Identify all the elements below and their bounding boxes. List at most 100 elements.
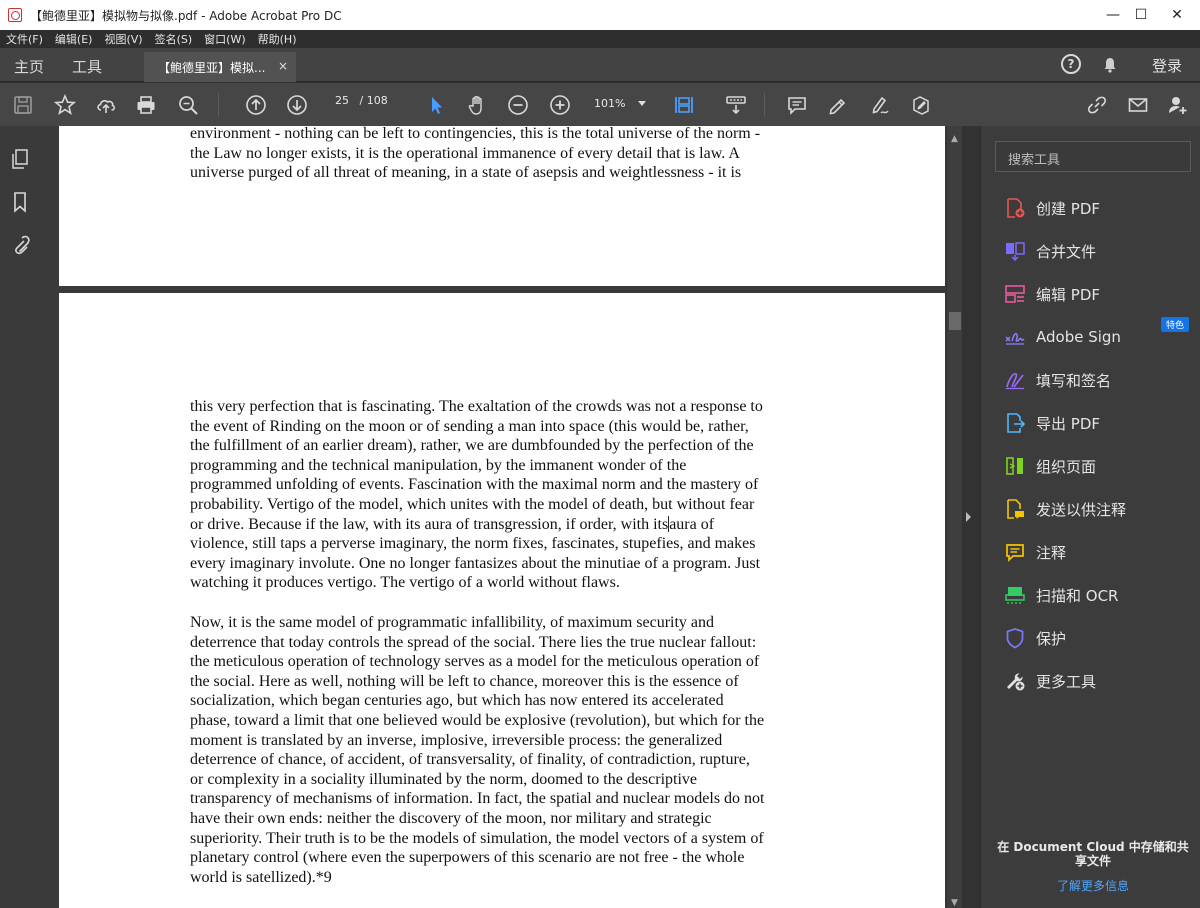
edit-pdf-icon	[1003, 282, 1027, 306]
tool-label: 发送以供注释	[1036, 500, 1127, 519]
tool-label: 创建 PDF	[1036, 199, 1100, 218]
tool-label: 保护	[1036, 629, 1067, 648]
tab-document-label: 【鲍德里亚】模拟...	[158, 60, 266, 75]
tool-export-pdf[interactable]: 导出 PDF	[1003, 409, 1100, 437]
text-line: watching it produces vertigo. The vertig…	[190, 574, 620, 592]
scroll-up-arrow-icon[interactable]: ▲	[951, 134, 958, 144]
tool-fill-sign[interactable]: 填写和签名	[1003, 366, 1111, 394]
save-icon[interactable]	[11, 93, 35, 117]
menu-edit[interactable]: 编辑(E)	[55, 31, 93, 47]
organize-pages-icon	[1003, 454, 1027, 478]
email-icon[interactable]	[1126, 93, 1150, 117]
tool-organize-pages[interactable]: 组织页面	[1003, 452, 1096, 480]
select-cursor-icon[interactable]	[424, 93, 448, 117]
text-line: world is satellized).*9	[190, 868, 332, 886]
zoom-out-icon[interactable]	[506, 93, 530, 117]
tool-scan-ocr[interactable]: 扫描和 OCR	[1003, 581, 1118, 609]
text-segment: or drive. Because if the law, with its a…	[190, 515, 669, 533]
text-line: planetary control (where even the superp…	[190, 849, 745, 867]
scroll-mode-icon[interactable]	[724, 93, 748, 117]
attachments-icon[interactable]	[10, 234, 30, 256]
tool-label: Adobe Sign	[1036, 328, 1121, 346]
fill-sign-icon	[1003, 368, 1027, 392]
tab-document[interactable]: 【鲍德里亚】模拟... ×	[144, 52, 296, 82]
tool-combine-files[interactable]: 合并文件	[1003, 237, 1096, 265]
next-page-icon[interactable]	[285, 93, 309, 117]
left-navigation-panel	[0, 126, 40, 908]
text-segment: aura of	[669, 515, 715, 533]
text-line: superiority. Their truth is to be the mo…	[190, 829, 764, 847]
protect-icon	[1003, 626, 1027, 650]
text-line: transparency of mechanisms of informatio…	[190, 790, 765, 808]
acrobat-app-icon	[8, 8, 22, 22]
tool-label: 更多工具	[1036, 672, 1097, 691]
tool-edit-pdf[interactable]: 编辑 PDF	[1003, 280, 1100, 308]
featured-badge: 特色	[1161, 317, 1190, 332]
menu-file[interactable]: 文件(F)	[6, 31, 43, 47]
menu-view[interactable]: 视图(V)	[104, 31, 142, 47]
menu-help[interactable]: 帮助(H)	[258, 31, 297, 47]
page-indicator: 25 / 108	[328, 94, 388, 107]
tool-label: 导出 PDF	[1036, 414, 1100, 433]
tool-label: 合并文件	[1036, 242, 1097, 261]
bookmark-star-icon[interactable]	[53, 93, 77, 117]
export-pdf-icon	[1003, 411, 1027, 435]
tool-create-pdf[interactable]: 创建 PDF	[1003, 194, 1100, 222]
tab-close-button[interactable]: ×	[278, 59, 288, 73]
zoom-dropdown-caret-icon[interactable]	[638, 101, 646, 106]
previous-page-icon[interactable]	[244, 93, 268, 117]
learn-more-link[interactable]: 了解更多信息	[995, 877, 1191, 894]
zoom-level-select[interactable]: 101%	[594, 97, 625, 110]
search-tools-input[interactable]: 搜索工具	[995, 141, 1191, 172]
fit-page-icon[interactable]	[672, 93, 696, 117]
tool-send-for-comments[interactable]: 发送以供注释	[1003, 495, 1126, 523]
document-viewport[interactable]: environment - nothing can be left to con…	[40, 126, 946, 908]
tool-more-tools[interactable]: 更多工具	[1003, 667, 1096, 695]
window-title: 【鲍德里亚】模拟物与拟像.pdf - Adobe Acrobat Pro DC	[30, 8, 342, 23]
tool-adobe-sign[interactable]: Adobe Sign	[1003, 323, 1121, 351]
close-window-button[interactable]: ✕	[1154, 0, 1200, 30]
tool-comment[interactable]: 注释	[1003, 538, 1066, 566]
menu-sign[interactable]: 签名(S)	[155, 31, 193, 47]
text-line: the Law no longer exists, it is the oper…	[190, 144, 740, 162]
tools-pane: 搜索工具 特色 创建 PDF 合并文件 编辑 PDF Adobe Sign 填写…	[980, 126, 1200, 908]
notification-bell-icon[interactable]	[1099, 54, 1121, 76]
scroll-down-arrow-icon[interactable]: ▼	[951, 898, 958, 908]
create-pdf-icon	[1003, 196, 1027, 220]
text-line: every imaginary involute. One no longer …	[190, 554, 761, 572]
collapse-right-pane-icon[interactable]	[966, 512, 971, 522]
menu-window[interactable]: 窗口(W)	[204, 31, 245, 47]
text-line: socialization, which began centuries ago…	[190, 692, 724, 710]
tab-tools[interactable]: 工具	[72, 56, 102, 77]
text-line: environment - nothing can be left to con…	[190, 126, 761, 142]
tool-label: 组织页面	[1036, 457, 1097, 476]
vertical-scrollbar[interactable]: ▲ ▼	[946, 126, 962, 908]
tab-home[interactable]: 主页	[14, 56, 44, 77]
text-line: the fulfillment of an earlier dream), ra…	[190, 437, 754, 455]
text-line: the meticulous operation of technology s…	[190, 653, 760, 671]
share-link-icon[interactable]	[1085, 93, 1109, 117]
zoom-search-icon[interactable]	[176, 93, 200, 117]
add-user-icon[interactable]	[1166, 93, 1190, 117]
tool-protect[interactable]: 保护	[1003, 624, 1066, 652]
pdf-page-24: environment - nothing can be left to con…	[59, 126, 945, 286]
text-line: this very perfection that is fascinating…	[190, 398, 763, 415]
text-line: universe purged of all threat of meaning…	[190, 164, 742, 182]
zoom-in-icon[interactable]	[548, 93, 572, 117]
help-icon[interactable]: ?	[1061, 54, 1081, 74]
current-page-input[interactable]: 25	[328, 94, 356, 107]
text-line: probability. Vertigo of the model, which…	[190, 496, 755, 513]
login-button[interactable]: 登录	[1152, 55, 1182, 76]
hand-tool-icon[interactable]	[465, 93, 489, 117]
upload-cloud-icon[interactable]	[94, 93, 118, 117]
edit-document-icon[interactable]	[909, 93, 933, 117]
text-line: phase, toward a limit that one believed …	[190, 712, 765, 729]
sign-pen-icon[interactable]	[868, 93, 892, 117]
text-line: moment is translated by an inverse, impl…	[190, 731, 723, 749]
bookmarks-icon[interactable]	[10, 191, 30, 213]
comment-icon[interactable]	[785, 93, 809, 117]
highlight-pen-icon[interactable]	[826, 93, 850, 117]
print-icon[interactable]	[134, 93, 158, 117]
scrollbar-thumb[interactable]	[949, 312, 961, 330]
page-thumbnails-icon[interactable]	[10, 148, 30, 170]
